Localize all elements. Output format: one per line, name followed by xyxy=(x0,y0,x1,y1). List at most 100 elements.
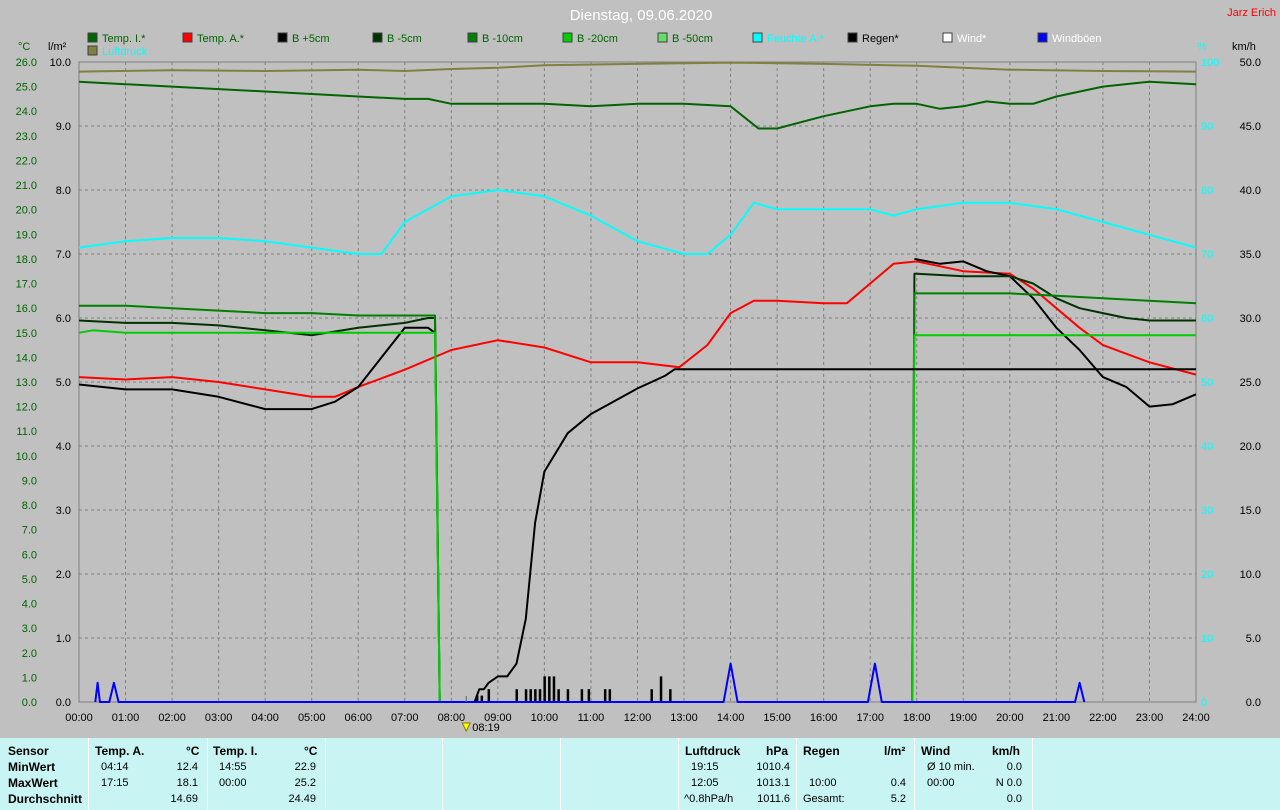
rain-bar xyxy=(650,689,653,702)
x-tick-label: 20:00 xyxy=(996,712,1024,724)
humidity-tick-label: 100 xyxy=(1201,57,1219,69)
x-tick-label: 01:00 xyxy=(112,712,140,724)
rain-unit: l/m² xyxy=(884,744,906,758)
pressure-avg: 1011.6 xyxy=(757,793,790,805)
temp-tick-label: 1.0 xyxy=(22,672,37,684)
temp-tick-label: 7.0 xyxy=(22,525,37,537)
x-tick-label: 07:00 xyxy=(391,712,419,724)
temp-a-min: 12.4 xyxy=(176,761,198,773)
legend-swatch xyxy=(942,32,953,43)
x-tick-label: 17:00 xyxy=(856,712,884,724)
temp-tick-label: 0.0 xyxy=(22,697,37,709)
legend-label: Regen* xyxy=(862,33,899,45)
min-row-label: MinWert xyxy=(8,760,56,774)
wind-title: Wind xyxy=(921,744,951,758)
temp-tick-label: 15.0 xyxy=(16,328,37,340)
rain-tick-label: 7.0 xyxy=(56,249,71,261)
humidity-tick-label: 30 xyxy=(1201,505,1213,517)
temp-tick-label: 12.0 xyxy=(16,402,37,414)
rain-bar xyxy=(534,689,537,702)
humidity-tick-label: 0 xyxy=(1201,697,1207,709)
temp-axis-title: °C xyxy=(18,41,30,53)
rain-bar xyxy=(566,689,570,702)
x-tick-label: 08:00 xyxy=(438,712,466,724)
rain-max-time: 10:00 xyxy=(809,777,837,789)
temp-tick-label: 19.0 xyxy=(16,229,37,241)
temp-tick-label: 23.0 xyxy=(16,131,37,143)
x-tick-label: 18:00 xyxy=(903,712,931,724)
legend-swatch xyxy=(752,32,763,43)
temp-i-max-time: 00:00 xyxy=(219,777,247,789)
x-tick-label: 00:00 xyxy=(65,712,93,724)
legend-label: B -50cm xyxy=(672,33,713,45)
temp-tick-label: 22.0 xyxy=(16,155,37,167)
legend-swatch xyxy=(847,32,858,43)
wind-avg10: 0.0 xyxy=(1006,761,1022,773)
wind-tick-label: 25.0 xyxy=(1240,377,1261,389)
humidity-tick-label: 70 xyxy=(1201,249,1213,261)
x-axis: 00:00 01:00 02:00 03:00 04:00 05:00 06:00 07:00… xyxy=(65,712,1210,724)
avg-row-label: Durchschnitt xyxy=(8,792,83,806)
humidity-tick-label: 40 xyxy=(1201,441,1213,453)
x-tick-label: 15:00 xyxy=(763,712,791,724)
wind-tick-label: 40.0 xyxy=(1240,185,1261,197)
x-tick-label: 04:00 xyxy=(251,712,279,724)
x-tick-label: 06:00 xyxy=(344,712,372,724)
temp-tick-label: 6.0 xyxy=(22,549,37,561)
temp-tick-label: 20.0 xyxy=(16,205,37,217)
x-tick-label: 03:00 xyxy=(205,712,233,724)
x-tick-label: 19:00 xyxy=(950,712,978,724)
temp-tick-label: 2.0 xyxy=(22,648,37,660)
rain-total-label: Gesamt: xyxy=(803,793,845,805)
rain-tick-label: 5.0 xyxy=(56,377,71,389)
rain-bar xyxy=(580,689,584,702)
temp-tick-label: 13.0 xyxy=(16,377,37,389)
temp-tick-label: 8.0 xyxy=(22,500,37,512)
temp-a-min-time: 04:14 xyxy=(101,761,129,773)
wind-tick-label: 15.0 xyxy=(1240,505,1261,517)
x-tick-label: 23:00 xyxy=(1136,712,1164,724)
rain-axis-title: l/m² xyxy=(48,41,67,53)
sunrise-time-label: 08:19 xyxy=(472,722,500,734)
wind-tick-label: 0.0 xyxy=(1246,697,1261,709)
rain-title: Regen xyxy=(803,744,840,758)
temp-tick-label: 16.0 xyxy=(16,303,37,315)
rain-tick-label: 2.0 xyxy=(56,569,71,581)
legend-label: Feuchte A.* xyxy=(767,33,825,45)
rain-bar xyxy=(548,676,551,702)
legend-label: B +5cm xyxy=(292,33,330,45)
pressure-min-time: 19:15 xyxy=(691,761,719,773)
temp-i-min-time: 14:55 xyxy=(219,761,247,773)
pressure-trend: ^0.8hPa/h xyxy=(684,793,734,805)
rain-max: 0.4 xyxy=(890,777,906,789)
weather-chart: Dienstag, 09.06.2020 Jarz Erich Temp. I.… xyxy=(16,7,1276,734)
temp-tick-label: 11.0 xyxy=(16,426,37,438)
rain-bar xyxy=(603,689,607,702)
x-tick-label: 24:00 xyxy=(1182,712,1210,724)
temp-i-min: 22.9 xyxy=(294,761,316,773)
temp-a-unit: °C xyxy=(186,744,200,758)
x-tick-label: 11:00 xyxy=(578,712,605,724)
x-tick-label: 21:00 xyxy=(1043,712,1071,724)
temp-tick-label: 17.0 xyxy=(16,279,37,291)
temp-tick-label: 24.0 xyxy=(16,106,37,118)
legend: Temp. I.* Temp. A.* B +5cm B -5cm B -10cm B -… xyxy=(87,32,1102,58)
legend-swatch xyxy=(87,32,98,43)
rain-tick-label: 1.0 xyxy=(56,633,71,645)
temp-i-max: 25.2 xyxy=(294,777,316,789)
humidity-axis-title: % xyxy=(1197,41,1207,53)
wind-axis-title: km/h xyxy=(1232,41,1256,53)
rain-bar xyxy=(659,676,663,702)
humidity-tick-label: 50 xyxy=(1201,377,1213,389)
wind-tick-label: 45.0 xyxy=(1240,121,1261,133)
rain-total: 5.2 xyxy=(890,793,906,805)
sunrise-icon xyxy=(461,722,472,733)
temp-tick-label: 3.0 xyxy=(22,623,37,635)
temp-i-unit: °C xyxy=(304,744,318,758)
x-tick-label: 14:00 xyxy=(717,712,745,724)
rain-bar xyxy=(524,689,528,702)
temp-tick-label: 10.0 xyxy=(16,451,37,463)
wind-tick-label: 5.0 xyxy=(1246,633,1261,645)
legend-label: Temp. A.* xyxy=(197,33,245,45)
humidity-tick-label: 90 xyxy=(1201,121,1213,133)
